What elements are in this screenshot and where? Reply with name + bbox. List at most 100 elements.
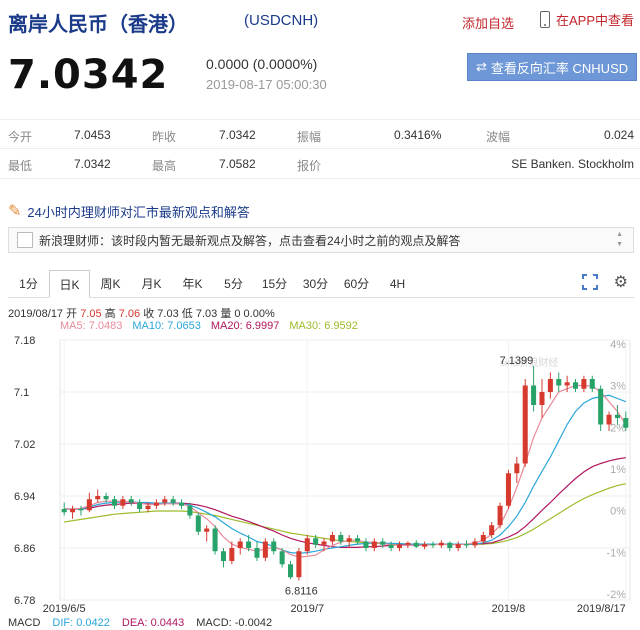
- candle-body: [313, 538, 319, 545]
- candle-body: [86, 499, 92, 511]
- candle-body: [522, 385, 528, 464]
- candle-body: [187, 505, 193, 516]
- candle-body: [422, 544, 428, 547]
- range-label: 波幅: [486, 130, 511, 144]
- ohlc-close: 7.03: [157, 308, 179, 320]
- high-value: 7.0582: [219, 157, 256, 171]
- y-tick-label: 6.78: [14, 595, 35, 607]
- settings-gear-icon[interactable]: ⚙: [614, 274, 628, 292]
- tab-daily[interactable]: 日K: [49, 270, 90, 298]
- quote-table: 今开 7.0453 昨收 7.0342 振幅 0.3416% 波幅 0.024 …: [0, 119, 640, 179]
- timestamp: 2019-08-17 05:00:30: [206, 77, 327, 92]
- macd-title: MACD: [8, 617, 41, 629]
- app-link-label: 在APP中查看: [555, 13, 634, 28]
- candle-body: [547, 379, 553, 392]
- fullscreen-icon[interactable]: [581, 274, 598, 290]
- candle-body: [279, 551, 285, 565]
- candle-body: [489, 525, 495, 535]
- candle-body: [405, 542, 411, 545]
- ohlc-low-label: 低: [181, 308, 193, 320]
- amplitude-label: 振幅: [297, 130, 322, 144]
- candle-body: [321, 541, 327, 545]
- ma10-legend: MA10: 7.0653: [132, 320, 201, 332]
- price-change: 0.0000 (0.0000%): [206, 56, 318, 72]
- ohlc-open-label: 开: [66, 308, 78, 320]
- ma30-legend: MA30: 6.9592: [289, 320, 358, 332]
- candle-body: [388, 544, 394, 548]
- candle-body: [371, 541, 377, 548]
- candle-body: [237, 541, 243, 548]
- candle-body: [95, 496, 101, 500]
- scroll-arrows-icon[interactable]: ▲ ▼: [616, 230, 623, 250]
- tab-5min[interactable]: 5分: [213, 270, 254, 297]
- candle-body: [246, 541, 252, 548]
- tab-1min[interactable]: 1分: [8, 270, 49, 297]
- x-tick-label: 2019/7: [290, 603, 324, 615]
- candle-body: [363, 541, 369, 548]
- avatar: [17, 232, 33, 248]
- tab-yearly[interactable]: 年K: [172, 270, 213, 297]
- candle-body: [380, 541, 386, 545]
- candle-body: [111, 499, 117, 506]
- candle-body: [304, 538, 310, 552]
- candle-body: [430, 544, 436, 546]
- news-bar[interactable]: ✎ 24小时内理财师对汇市最新观点和解答: [8, 199, 634, 223]
- candle-body: [531, 385, 537, 405]
- candle-body: [145, 505, 151, 509]
- range-value: 0.024: [603, 128, 634, 142]
- prev-close-label: 昨收: [152, 130, 177, 144]
- candle-body: [78, 509, 84, 511]
- candle-body: [623, 418, 629, 428]
- tab-30min[interactable]: 30分: [295, 270, 336, 297]
- tab-weekly[interactable]: 周K: [90, 270, 131, 297]
- open-in-app-link[interactable]: 在APP中查看: [539, 10, 634, 29]
- ohlc-open: 7.05: [80, 308, 102, 320]
- x-tick-label: 2019/6/5: [43, 603, 86, 615]
- candle-body: [564, 382, 570, 386]
- tab-4h[interactable]: 4H: [377, 270, 418, 297]
- amplitude-value: 0.3416%: [394, 128, 442, 142]
- candle-body: [262, 541, 268, 558]
- candle-body: [137, 502, 143, 509]
- ohlc-high: 7.06: [118, 308, 141, 320]
- candle-body: [581, 379, 587, 389]
- candle-body: [220, 551, 226, 561]
- reverse-rate-button[interactable]: ⇄ 查看反向汇率 CNHUSD: [467, 53, 637, 81]
- candle-body: [70, 509, 76, 513]
- ma30-line: [64, 483, 626, 545]
- candle-body: [573, 382, 579, 389]
- ohlc-high-label: 高: [104, 308, 116, 320]
- y-tick-label: 7.18: [14, 335, 35, 347]
- ohlc-volume: 0 0.00%: [234, 308, 275, 320]
- candle-body: [170, 499, 176, 503]
- add-favorite-link[interactable]: 添加自选: [462, 13, 514, 32]
- candle-body: [438, 542, 444, 546]
- ma20-legend: MA20: 6.9997: [210, 320, 280, 332]
- candle-body: [296, 551, 302, 578]
- pct-tick-label: -1%: [606, 547, 626, 559]
- tab-15min[interactable]: 15分: [254, 270, 295, 297]
- pct-tick-label: -2%: [606, 589, 626, 601]
- candle-body: [254, 548, 260, 558]
- max-annotation: 7.1399: [500, 355, 534, 367]
- prev-close-value: 7.0342: [219, 128, 256, 142]
- candle-body: [338, 535, 344, 542]
- low-label: 最低: [8, 159, 33, 173]
- candle-body: [455, 544, 461, 548]
- candle-body: [120, 499, 126, 506]
- y-tick-label: 7.02: [14, 439, 35, 451]
- candle-body: [128, 499, 134, 503]
- header: 离岸人民币（香港） (USDCNH) 添加自选 在APP中查看: [8, 8, 634, 36]
- candle-body: [589, 379, 595, 389]
- low-value: 7.0342: [74, 157, 111, 171]
- symbol-code: (USDCNH): [244, 12, 319, 29]
- kline-chart[interactable]: 7.187.17.026.946.866.784%3%2%1%0%-1%-2%2…: [0, 334, 640, 616]
- candle-body: [61, 509, 67, 513]
- advisor-notice[interactable]: 新浪理财师：该时段内暂无最新观点及解答，点击查看24小时之前的观点及解答 ▲ ▼: [8, 227, 634, 253]
- phone-icon: [539, 11, 550, 28]
- candle-body: [103, 496, 109, 500]
- candle-body: [329, 535, 335, 542]
- tab-monthly[interactable]: 月K: [131, 270, 172, 297]
- notice-text: 新浪理财师：该时段内暂无最新观点及解答，点击查看24小时之前的观点及解答: [39, 233, 461, 248]
- tab-60min[interactable]: 60分: [336, 270, 377, 297]
